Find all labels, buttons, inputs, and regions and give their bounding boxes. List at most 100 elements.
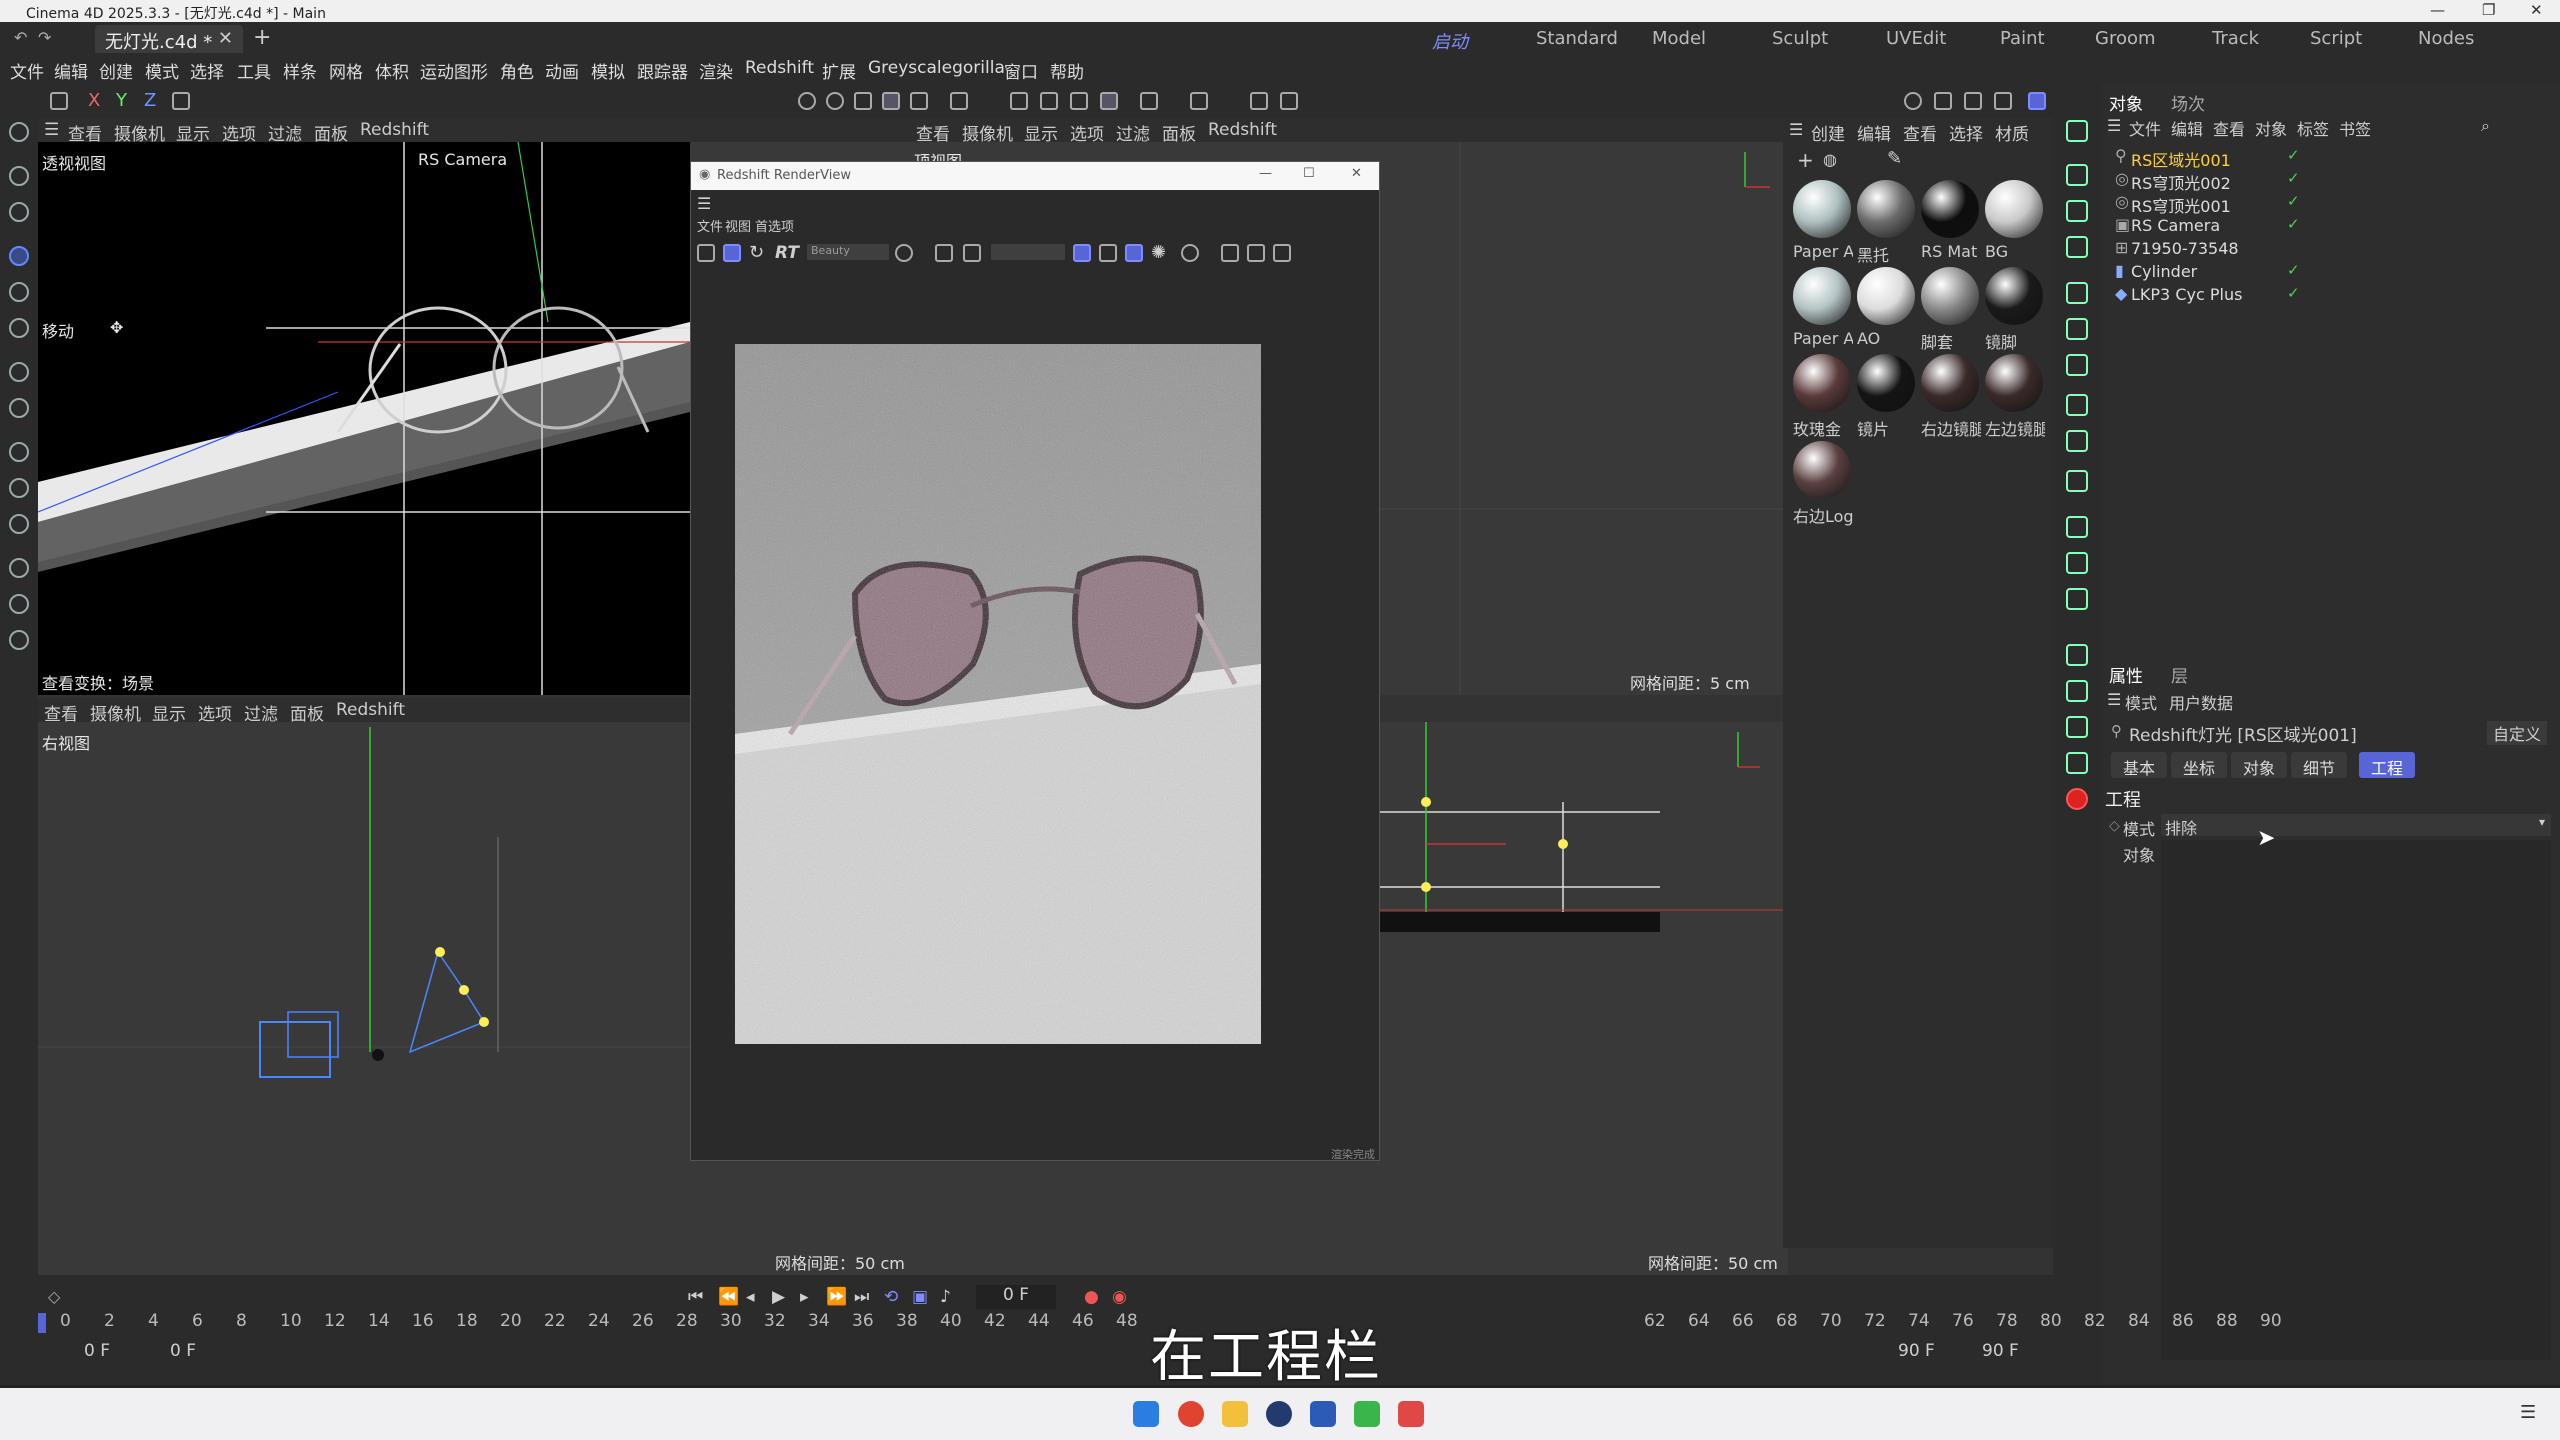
- renderview-crop-icon[interactable]: [963, 244, 981, 262]
- windows-start-icon[interactable]: [1133, 1401, 1159, 1427]
- range-end-field[interactable]: 90 F: [1982, 1341, 2019, 1361]
- layout-track[interactable]: Track: [2212, 28, 2259, 49]
- render-region-icon[interactable]: [1934, 92, 1952, 110]
- render-settings-icon[interactable]: [1994, 92, 2012, 110]
- transform-tool-icon[interactable]: [9, 362, 29, 382]
- snap-settings-icon[interactable]: [1040, 92, 1058, 110]
- attr-tab-details[interactable]: 细节: [2291, 752, 2347, 778]
- material-menu-select[interactable]: 选择: [1949, 120, 1983, 145]
- menu-file[interactable]: 文件: [10, 58, 44, 83]
- renderview-clapper-icon[interactable]: [697, 244, 715, 262]
- material-menu-edit[interactable]: 编辑: [1857, 120, 1891, 145]
- spline-pen-icon[interactable]: [9, 442, 29, 462]
- notification-icon[interactable]: ☰: [2520, 1402, 2536, 1423]
- prev-frame-icon[interactable]: ◂: [746, 1287, 755, 1307]
- spline-icon[interactable]: [2066, 164, 2088, 186]
- material-menu-icon[interactable]: ☰: [1789, 120, 1803, 139]
- object-row-camera[interactable]: ▣ RS Camera ✓: [2111, 215, 2551, 237]
- layout-model[interactable]: Model: [1652, 28, 1706, 49]
- visible-check-icon[interactable]: ✓: [2287, 215, 2300, 233]
- renderview-fullscreen-icon[interactable]: [1273, 244, 1291, 262]
- cube-icon[interactable]: [2066, 120, 2088, 142]
- deformer-icon[interactable]: [2066, 354, 2088, 376]
- material-swatch[interactable]: [1921, 180, 1979, 238]
- camera-icon[interactable]: [2066, 552, 2088, 574]
- obj-menu-view[interactable]: 查看: [2213, 116, 2245, 140]
- add-material-icon[interactable]: +: [1797, 148, 1814, 172]
- lock-icon[interactable]: [1250, 92, 1268, 110]
- attr-object-list[interactable]: [2161, 840, 2551, 1360]
- keyframe-mode-icon[interactable]: ◇: [48, 1287, 60, 1306]
- material-swatch[interactable]: [1985, 267, 2043, 325]
- vp-menu-list-icon[interactable]: ☰: [44, 120, 59, 140]
- quantize-icon[interactable]: [1100, 92, 1118, 110]
- renderview-minimize-icon[interactable]: —: [1259, 166, 1272, 181]
- generator-icon[interactable]: [2066, 282, 2088, 304]
- preview-start-field[interactable]: 0 F: [170, 1341, 196, 1361]
- attr-tab-basic[interactable]: 基本: [2111, 752, 2167, 778]
- sound-icon[interactable]: ♪: [940, 1287, 951, 1307]
- object-row-dome-light-002[interactable]: ◎ RS穹顶光002 ✓: [2111, 169, 2551, 193]
- texture-mode-icon[interactable]: [910, 92, 928, 110]
- attr-menu-userdata[interactable]: 用户数据: [2169, 690, 2233, 714]
- auto-key-icon[interactable]: ◉: [1112, 1287, 1127, 1307]
- layout-uvedit[interactable]: UVEdit: [1886, 28, 1946, 49]
- document-tab[interactable]: 无灯光.c4d * ✕: [95, 25, 243, 53]
- material-swatch[interactable]: [1793, 354, 1851, 412]
- menu-edit[interactable]: 编辑: [54, 58, 88, 83]
- eyedropper-icon[interactable]: ✎: [1887, 148, 1902, 169]
- sphere-light-icon[interactable]: [2066, 516, 2088, 538]
- axis-z-toggle[interactable]: Z: [144, 90, 156, 111]
- timeline-playhead[interactable]: [38, 1313, 46, 1333]
- renderview-fit-icon[interactable]: [1221, 244, 1239, 262]
- scale-tool-icon[interactable]: [9, 318, 29, 338]
- redshift-renderview-window[interactable]: ◉ Redshift RenderView — ☐ ✕ ☰ 文件 视图 首选项 …: [690, 161, 1380, 1161]
- smooth-tool-icon[interactable]: [9, 630, 29, 650]
- axis-x-toggle[interactable]: X: [88, 90, 100, 111]
- renderview-menu-prefs[interactable]: 首选项: [755, 216, 794, 235]
- new-tab-icon[interactable]: +: [253, 25, 271, 50]
- material-swatch[interactable]: [1793, 267, 1851, 325]
- brush-icon[interactable]: [9, 514, 29, 534]
- renderview-zoom-select[interactable]: [991, 244, 1065, 260]
- visible-check-icon[interactable]: ✓: [2287, 284, 2300, 302]
- menu-redshift[interactable]: Redshift: [745, 58, 814, 78]
- menu-window[interactable]: 窗口: [1004, 58, 1038, 83]
- render-view-icon[interactable]: [1904, 92, 1922, 110]
- renderview-titlebar[interactable]: ◉ Redshift RenderView — ☐ ✕: [691, 162, 1379, 190]
- range-start-field[interactable]: 0 F: [84, 1341, 110, 1361]
- volume-icon[interactable]: [2066, 470, 2088, 492]
- material-swatch[interactable]: [1793, 180, 1851, 238]
- recorder-icon[interactable]: [1398, 1401, 1424, 1427]
- menu-mesh[interactable]: 网格: [329, 58, 363, 83]
- material-swatch[interactable]: [1857, 180, 1915, 238]
- minimize-icon[interactable]: —: [2430, 1, 2445, 19]
- material-swatch[interactable]: [1985, 180, 2043, 238]
- word-icon[interactable]: [1310, 1401, 1336, 1427]
- axis-y-toggle[interactable]: Y: [116, 90, 127, 111]
- next-frame-icon[interactable]: ▸: [800, 1287, 809, 1307]
- tab-attributes[interactable]: 属性: [2109, 662, 2143, 687]
- renderview-refresh-icon[interactable]: ↻: [749, 242, 764, 263]
- renderview-menu-file[interactable]: 文件: [697, 216, 723, 235]
- play-icon[interactable]: [2066, 752, 2088, 774]
- obj-menu-file[interactable]: 文件: [2129, 116, 2161, 140]
- content-browser-icon[interactable]: [2066, 716, 2088, 738]
- go-end-icon[interactable]: ⏭: [854, 1287, 869, 1307]
- top-vp-menu-redshift[interactable]: Redshift: [1208, 120, 1277, 140]
- sketch-icon[interactable]: [9, 478, 29, 498]
- tab-objects[interactable]: 对象: [2109, 90, 2143, 115]
- file-explorer-icon[interactable]: [1222, 1401, 1248, 1427]
- workplane-icon[interactable]: [1140, 92, 1158, 110]
- attr-custom-select[interactable]: 自定义: [2487, 721, 2548, 745]
- material-menu-material[interactable]: 材质: [1995, 120, 2029, 145]
- coordinate-system-icon[interactable]: [172, 92, 190, 110]
- grid-snap-icon[interactable]: [1070, 92, 1088, 110]
- play-button-icon[interactable]: ▶: [772, 1287, 785, 1307]
- renderview-expand-icon[interactable]: [1247, 244, 1265, 262]
- loop-icon[interactable]: ⟲: [884, 1287, 898, 1307]
- points-mode-icon[interactable]: [798, 92, 816, 110]
- object-row-dome-light-001[interactable]: ◎ RS穹顶光001 ✓: [2111, 192, 2551, 216]
- renderview-tiles-icon[interactable]: [1099, 244, 1117, 262]
- layout-paint[interactable]: Paint: [2000, 28, 2045, 49]
